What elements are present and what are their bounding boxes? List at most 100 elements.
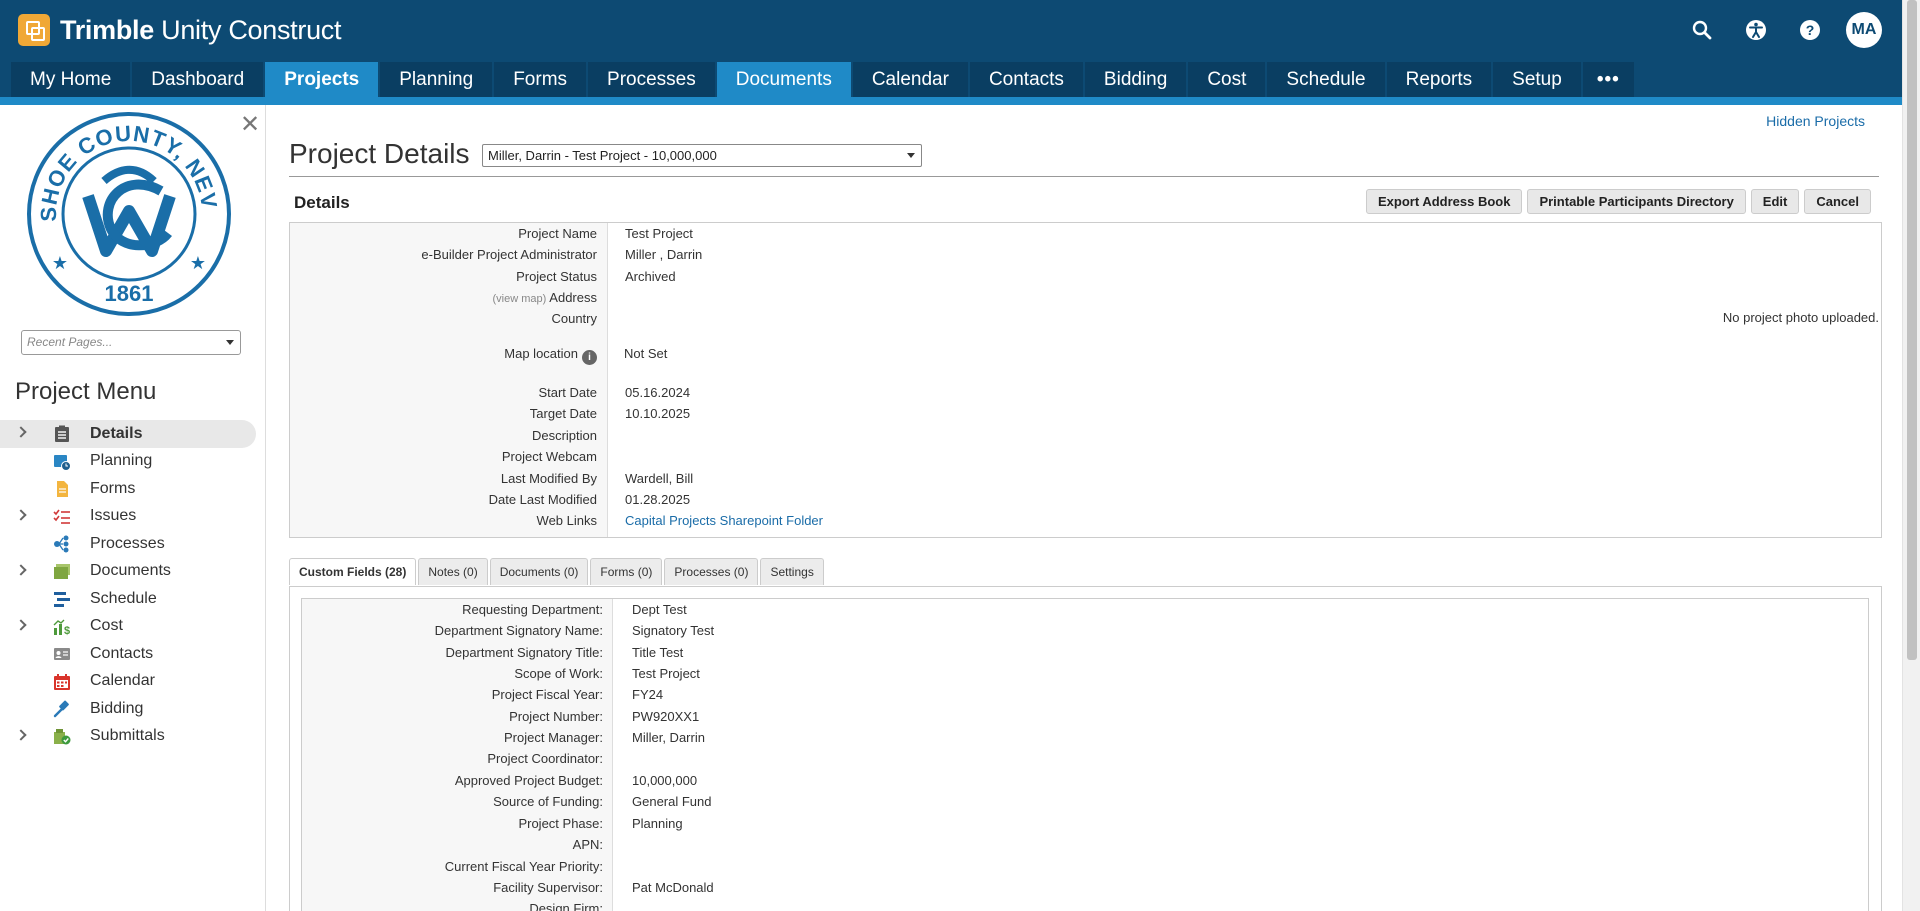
chevron-right-icon[interactable] [15, 426, 27, 438]
divider [289, 176, 1879, 177]
menu-item-label: Calendar [90, 672, 155, 690]
folder-icon [54, 563, 70, 579]
main-nav: My Home Dashboard Projects Planning Form… [0, 62, 1902, 98]
project-menu: Details Planning Forms Issues Processes … [0, 420, 256, 750]
app-logo[interactable]: Trimble Unity Construct [18, 14, 342, 46]
nav-tab-projects[interactable]: Projects [265, 62, 379, 98]
nav-tab-cost[interactable]: Cost [1188, 62, 1266, 98]
nav-more-button[interactable]: ••• [1582, 62, 1634, 98]
nav-tab-reports[interactable]: Reports [1386, 62, 1492, 98]
menu-item-label: Schedule [90, 589, 157, 607]
info-icon[interactable]: i [582, 350, 597, 365]
custom-field-row: Department Signatory Name: Signatory Test [434, 623, 715, 638]
view-map-link[interactable]: (view map) [493, 293, 547, 305]
custom-field-row: Approved Project Budget: 10,000,000 [454, 773, 698, 788]
menu-item-calendar[interactable]: Calendar [0, 668, 256, 696]
tab-forms[interactable]: Forms (0) [590, 558, 663, 585]
checklist-icon [53, 509, 70, 524]
custom-field-row: Project Fiscal Year: FY24 [491, 687, 664, 702]
svg-text:?: ? [1806, 22, 1815, 38]
tab-settings[interactable]: Settings [760, 558, 824, 585]
menu-item-label: Documents [90, 562, 171, 580]
nav-tab-setup[interactable]: Setup [1493, 62, 1581, 98]
detail-row: Target Date 10.10.2025 [529, 406, 691, 421]
detail-row: Project Webcam [501, 449, 597, 464]
custom-field-row: Facility Supervisor: Pat McDonald [493, 880, 714, 895]
nav-tab-contacts[interactable]: Contacts [969, 62, 1083, 98]
nav-tab-calendar[interactable]: Calendar [852, 62, 968, 98]
main-content: Hidden Projects Project Details Miller, … [289, 105, 1882, 911]
custom-field-row: Scope of Work: Test Project [514, 666, 700, 681]
detail-row: Project Status Archived [516, 269, 676, 284]
svg-text:1861: 1861 [105, 281, 154, 306]
sharepoint-folder-link[interactable]: Capital Projects Sharepoint Folder [625, 513, 823, 528]
custom-field-row: Project Number: PW920XX1 [509, 709, 700, 724]
menu-item-label: Forms [90, 479, 136, 497]
chevron-down-icon [907, 153, 915, 158]
scrollbar-thumb[interactable] [1907, 0, 1917, 660]
menu-item-label: Bidding [90, 699, 144, 717]
tab-processes[interactable]: Processes (0) [664, 558, 759, 585]
gavel-icon [53, 700, 69, 718]
svg-text:★: ★ [190, 253, 206, 273]
recent-pages-select[interactable]: Recent Pages... [21, 330, 241, 355]
chevron-right-icon[interactable] [15, 728, 27, 741]
menu-item-documents[interactable]: Documents [0, 558, 256, 586]
custom-field-row: Department Signatory Title: Title Test [445, 645, 684, 660]
submittals-icon [54, 728, 71, 744]
menu-item-details[interactable]: Details [0, 420, 256, 448]
hidden-projects-link[interactable]: Hidden Projects [1766, 113, 1865, 129]
nav-tab-planning[interactable]: Planning [380, 62, 493, 98]
menu-item-bidding[interactable]: Bidding [0, 695, 256, 723]
menu-item-submittals[interactable]: Submittals [0, 723, 256, 751]
calendar-icon [54, 673, 70, 690]
custom-field-row: Project Manager: Miller, Darrin [504, 730, 705, 745]
menu-item-contacts[interactable]: Contacts [0, 640, 256, 668]
chevron-right-icon[interactable] [15, 508, 27, 521]
chevron-right-icon[interactable] [15, 618, 27, 631]
nav-tab-forms[interactable]: Forms [494, 62, 587, 98]
page-scrollbar[interactable] [1902, 0, 1920, 911]
schedule-icon [54, 592, 70, 607]
chevron-right-icon[interactable] [15, 563, 27, 576]
menu-item-schedule[interactable]: Schedule [0, 585, 256, 613]
menu-item-forms[interactable]: Forms [0, 475, 256, 503]
search-icon[interactable] [1684, 12, 1720, 48]
detail-row: Description [531, 428, 597, 443]
close-sidebar-icon[interactable]: ✕ [240, 113, 260, 137]
user-avatar[interactable]: MA [1846, 12, 1882, 48]
help-icon[interactable]: ? [1792, 12, 1828, 48]
tab-notes[interactable]: Notes (0) [418, 558, 488, 585]
subtabs: Custom Fields (28) Notes (0) Documents (… [289, 558, 824, 585]
nav-tab-my-home[interactable]: My Home [11, 62, 131, 98]
printable-participants-directory-button[interactable]: Printable Participants Directory [1527, 189, 1746, 214]
edit-button[interactable]: Edit [1750, 189, 1800, 214]
nav-accent-strip [0, 97, 1902, 105]
page-title: Project Details [289, 138, 470, 169]
trimble-logo-icon [18, 14, 50, 46]
nav-tab-documents[interactable]: Documents [716, 62, 851, 98]
custom-fields-table: Requesting Department: Dept Test Departme… [301, 598, 1869, 911]
tab-custom-fields[interactable]: Custom Fields (28) [289, 558, 417, 585]
custom-fields-panel: Requesting Department: Dept Test Departme… [289, 586, 1882, 911]
export-address-book-button[interactable]: Export Address Book [1366, 189, 1523, 214]
tab-documents[interactable]: Documents (0) [489, 558, 589, 585]
menu-item-label: Contacts [90, 644, 154, 662]
menu-item-processes[interactable]: Processes [0, 530, 256, 558]
custom-field-row: APN: [572, 837, 603, 852]
menu-item-issues[interactable]: Issues [0, 503, 256, 531]
nav-tab-processes[interactable]: Processes [588, 62, 715, 98]
custom-field-row: Requesting Department: Dept Test [462, 602, 687, 617]
menu-item-label: Submittals [90, 727, 165, 745]
cancel-button[interactable]: Cancel [1804, 189, 1871, 214]
svg-text:$: $ [64, 625, 70, 636]
menu-item-planning[interactable]: Planning [0, 448, 256, 476]
app-title: Trimble Unity Construct [60, 14, 342, 45]
clipboard-icon [55, 425, 69, 442]
nav-tab-dashboard[interactable]: Dashboard [132, 62, 264, 98]
menu-item-cost[interactable]: $ Cost [0, 613, 256, 641]
accessibility-icon[interactable] [1738, 12, 1774, 48]
nav-tab-bidding[interactable]: Bidding [1084, 62, 1187, 98]
nav-tab-schedule[interactable]: Schedule [1267, 62, 1385, 98]
project-select[interactable]: Miller, Darrin - Test Project - 10,000,0… [482, 144, 922, 167]
